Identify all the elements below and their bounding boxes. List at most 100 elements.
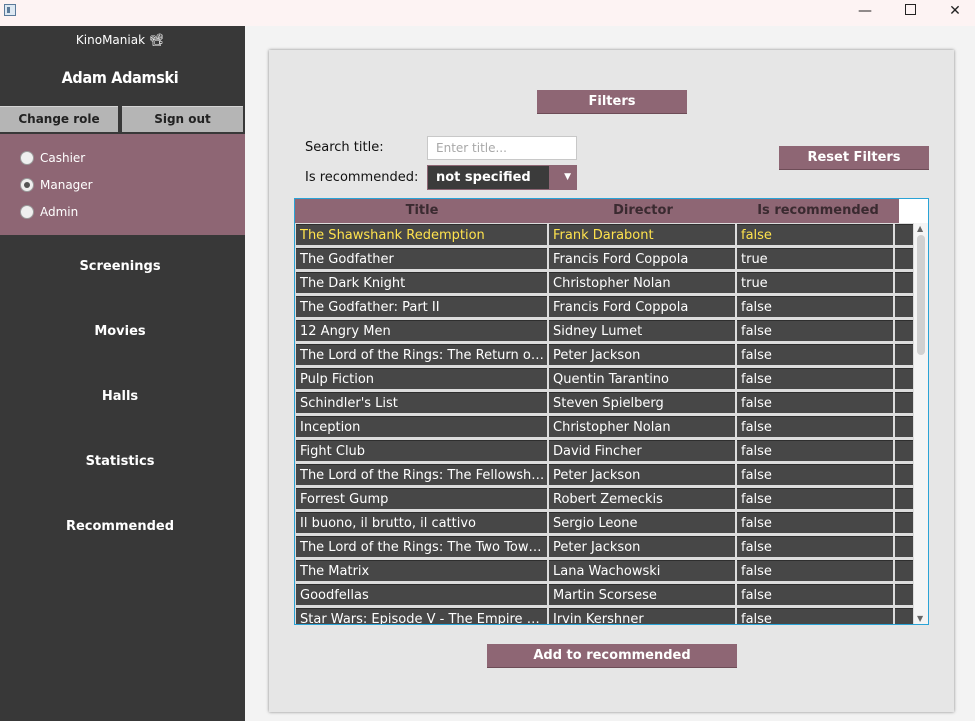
table-row[interactable]: 12 Angry Men Sidney Lumet false <box>295 319 913 343</box>
header-filler <box>899 199 928 223</box>
recommended-cell: false <box>737 560 893 581</box>
role-label: Admin <box>40 205 79 219</box>
nav-halls[interactable]: Halls <box>0 389 240 404</box>
nav-recommended[interactable]: Recommended <box>0 519 240 534</box>
title-cell: The Dark Knight <box>296 272 547 293</box>
scroll-down-icon[interactable]: ▼ <box>917 614 923 623</box>
recommended-cell: false <box>737 296 893 317</box>
recommended-cell: false <box>737 392 893 413</box>
director-cell: Martin Scorsese <box>549 584 735 605</box>
role-selector: Cashier Manager Admin <box>0 134 245 235</box>
table-row[interactable]: The Dark Knight Christopher Nolan true <box>295 271 913 295</box>
nav-statistics[interactable]: Statistics <box>0 454 240 469</box>
director-cell: Francis Ford Coppola <box>549 296 735 317</box>
title-cell: The Lord of the Rings: The Two Towers <box>296 536 547 557</box>
director-cell: Christopher Nolan <box>549 272 735 293</box>
title-bar: — ✕ <box>0 0 975 26</box>
filler-cell <box>895 416 913 437</box>
chevron-down-icon: ▼ <box>564 172 571 182</box>
column-header-director[interactable]: Director <box>549 199 737 223</box>
select-value: not specified <box>427 165 550 190</box>
director-cell: Irvin Kershner <box>549 608 735 624</box>
filler-cell <box>895 584 913 605</box>
app-icon <box>4 4 16 16</box>
role-option-admin[interactable]: Admin <box>20 203 78 221</box>
column-header-title[interactable]: Title <box>295 199 549 223</box>
vertical-scrollbar[interactable]: ▲ ▼ <box>914 223 928 624</box>
filters-button[interactable]: Filters <box>537 90 687 114</box>
role-option-manager[interactable]: Manager <box>20 176 93 194</box>
table-row[interactable]: Goodfellas Martin Scorsese false <box>295 583 913 607</box>
director-cell: Peter Jackson <box>549 464 735 485</box>
title-cell: The Godfather <box>296 248 547 269</box>
title-cell: The Lord of the Rings: The Return of the… <box>296 344 547 365</box>
radio-button[interactable] <box>20 151 34 165</box>
scroll-up-icon[interactable]: ▲ <box>917 224 923 233</box>
nav-screenings[interactable]: Screenings <box>0 259 240 274</box>
recommended-cell: false <box>737 368 893 389</box>
director-cell: David Fincher <box>549 440 735 461</box>
recommended-cell: false <box>737 320 893 341</box>
table-row[interactable]: The Godfather: Part II Francis Ford Coppo… <box>295 295 913 319</box>
radio-button[interactable] <box>20 178 34 192</box>
table-row[interactable]: The Lord of the Rings: The Return of the… <box>295 343 913 367</box>
recommended-cell: false <box>737 344 893 365</box>
table-row[interactable]: The Godfather Francis Ford Coppola true <box>295 247 913 271</box>
table-row[interactable]: Fight Club David Fincher false <box>295 439 913 463</box>
sidebar: KinoManiak 📽 Adam Adamski Change role Si… <box>0 26 245 721</box>
table-row[interactable]: The Lord of the Rings: The Two Towers Pet… <box>295 535 913 559</box>
title-cell: The Lord of the Rings: The Fellowship of… <box>296 464 547 485</box>
table-row[interactable]: Inception Christopher Nolan false <box>295 415 913 439</box>
nav-movies[interactable]: Movies <box>0 324 240 339</box>
change-role-button[interactable]: Change role <box>0 106 118 132</box>
recommended-cell: true <box>737 248 893 269</box>
user-name: Adam Adamski <box>61 68 179 87</box>
scroll-thumb[interactable] <box>917 235 925 355</box>
title-cell: Inception <box>296 416 547 437</box>
sign-out-button[interactable]: Sign out <box>122 106 243 132</box>
filler-cell <box>895 296 913 317</box>
filler-cell <box>895 248 913 269</box>
table-row[interactable]: The Shawshank Redemption Frank Darabont fa… <box>295 223 913 247</box>
filler-cell <box>895 392 913 413</box>
movies-table: Title Director Is recommended The Shawsh… <box>294 198 929 625</box>
search-title-input[interactable] <box>427 136 577 160</box>
title-cell: The Matrix <box>296 560 547 581</box>
director-cell: Frank Darabont <box>549 224 735 245</box>
recommended-cell: false <box>737 536 893 557</box>
table-row[interactable]: Il buono, il brutto, il cattivo Sergio Le… <box>295 511 913 535</box>
table-row[interactable]: The Matrix Lana Wachowski false <box>295 559 913 583</box>
title-cell: The Godfather: Part II <box>296 296 547 317</box>
role-option-cashier[interactable]: Cashier <box>20 149 85 167</box>
app-name: KinoManiak 📽 <box>75 33 165 47</box>
role-label: Cashier <box>40 151 86 165</box>
director-cell: Robert Zemeckis <box>549 488 735 509</box>
maximize-button[interactable] <box>887 0 933 26</box>
main-panel: Filters Search title: Is recommended: no… <box>269 50 954 712</box>
close-button[interactable]: ✕ <box>932 0 975 26</box>
minimize-button[interactable]: — <box>842 0 888 26</box>
filler-cell <box>895 608 913 624</box>
recommended-cell: false <box>737 488 893 509</box>
reset-filters-button[interactable]: Reset Filters <box>779 146 929 170</box>
radio-button[interactable] <box>20 205 34 219</box>
director-cell: Steven Spielberg <box>549 392 735 413</box>
table-row[interactable]: Forrest Gump Robert Zemeckis false <box>295 487 913 511</box>
table-row[interactable]: Schindler's List Steven Spielberg false <box>295 391 913 415</box>
table-row[interactable]: The Lord of the Rings: The Fellowship of… <box>295 463 913 487</box>
filler-cell <box>895 488 913 509</box>
title-cell: Goodfellas <box>296 584 547 605</box>
director-cell: Quentin Tarantino <box>549 368 735 389</box>
filler-cell <box>895 512 913 533</box>
add-to-recommended-button[interactable]: Add to recommended <box>487 644 737 668</box>
filler-cell <box>895 344 913 365</box>
maximize-icon <box>904 4 916 15</box>
title-cell: Star Wars: Episode V - The Empire Strike… <box>296 608 547 624</box>
table-row[interactable]: Star Wars: Episode V - The Empire Strike… <box>295 607 913 624</box>
is-recommended-select[interactable]: not specified ▼ <box>427 165 577 190</box>
column-header-is-recommended[interactable]: Is recommended <box>737 199 899 223</box>
director-cell: Peter Jackson <box>549 536 735 557</box>
director-cell: Francis Ford Coppola <box>549 248 735 269</box>
table-row[interactable]: Pulp Fiction Quentin Tarantino false <box>295 367 913 391</box>
title-cell: The Shawshank Redemption <box>296 224 547 245</box>
